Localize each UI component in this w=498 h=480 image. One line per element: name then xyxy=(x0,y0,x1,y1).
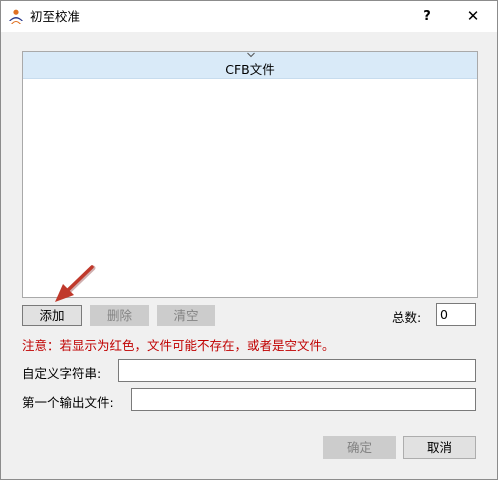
custom-string-label: 自定义字符串: xyxy=(22,366,102,381)
window-title: 初至校准 xyxy=(30,9,81,24)
person-logo-icon xyxy=(9,9,23,24)
warning-notice: 注意：若显示为红色，文件可能不存在，或者是空文件。 xyxy=(22,338,335,353)
cfb-file-list[interactable]: CFB文件 xyxy=(22,51,478,298)
column-header-label: CFB文件 xyxy=(225,62,275,77)
column-header-cfb-file[interactable]: CFB文件 xyxy=(23,52,477,79)
sort-chevron-down-icon xyxy=(247,52,255,58)
total-count-field[interactable] xyxy=(436,303,476,326)
title-bar: 初至校准 ? ✕ xyxy=(1,1,497,32)
first-output-file-label: 第一个输出文件: xyxy=(22,395,114,410)
ok-button[interactable]: 确定 xyxy=(323,436,396,459)
cancel-button[interactable]: 取消 xyxy=(403,436,476,459)
clear-button[interactable]: 清空 xyxy=(157,305,215,326)
total-count-label: 总数: xyxy=(392,310,422,325)
custom-string-input[interactable] xyxy=(118,359,476,382)
first-output-file-input[interactable] xyxy=(131,388,476,411)
add-button[interactable]: 添加 xyxy=(22,305,82,326)
close-button[interactable]: ✕ xyxy=(450,1,496,32)
calibration-dialog: 初至校准 ? ✕ CFB文件 添加 删除 清空 总数: 注意：若显示为红色，文件… xyxy=(0,0,498,480)
help-button[interactable]: ? xyxy=(404,1,450,32)
delete-button[interactable]: 删除 xyxy=(90,305,149,326)
